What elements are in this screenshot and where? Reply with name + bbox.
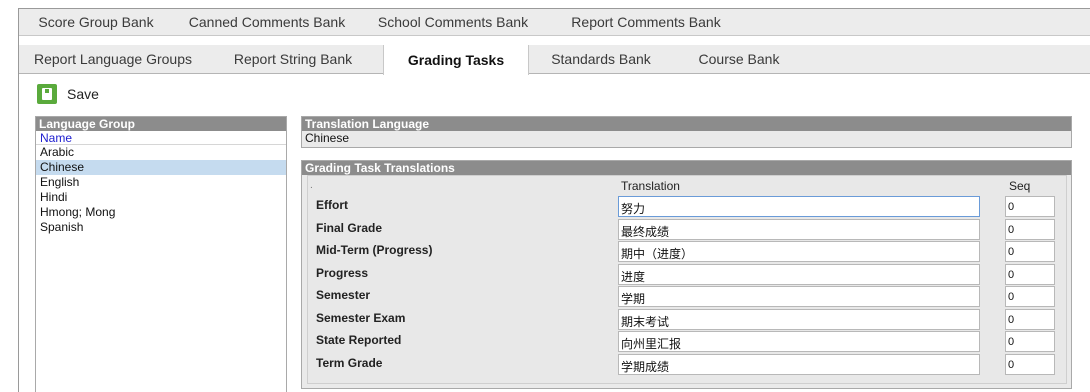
seq-input[interactable]: 0 (1005, 354, 1055, 375)
grading-task-row: Final Grade 最终成绩 0 (308, 219, 1066, 241)
tab-school-comments-bank[interactable]: School Comments Bank (371, 9, 535, 35)
seq-input[interactable]: 0 (1005, 264, 1055, 285)
grading-task-name: Progress (316, 266, 369, 280)
grading-task-row: Semester 学期 0 (308, 286, 1066, 308)
tab-row-1: Score Group Bank Canned Comments Bank Sc… (19, 9, 1090, 36)
grading-task-name: Effort (316, 198, 348, 212)
seq-input[interactable]: 0 (1005, 286, 1055, 307)
tab-report-comments-bank[interactable]: Report Comments Bank (559, 9, 733, 35)
grading-task-row: Progress 进度 0 (308, 264, 1066, 286)
name-column-header[interactable]: Name (36, 131, 286, 145)
tab-score-group-bank[interactable]: Score Group Bank (25, 9, 167, 35)
tab-report-language-groups[interactable]: Report Language Groups (25, 45, 201, 73)
translation-input[interactable]: 期中（进度） (618, 241, 980, 262)
translation-input[interactable]: 进度 (618, 264, 980, 285)
tab-grading-tasks[interactable]: Grading Tasks (383, 45, 529, 75)
translation-input[interactable]: 向州里汇报 (618, 331, 980, 352)
translation-input[interactable]: 最终成绩 (618, 219, 980, 240)
translation-language-panel: Translation Language Chinese (301, 116, 1072, 148)
grading-task-name: Mid-Term (Progress) (316, 243, 433, 257)
language-group-header: Language Group (36, 117, 286, 131)
translation-input[interactable]: 期末考试 (618, 309, 980, 330)
translation-input[interactable]: 努力 (618, 196, 980, 217)
row-marker: . (310, 180, 313, 191)
translation-input[interactable]: 学期 (618, 286, 980, 307)
tab-course-bank[interactable]: Course Bank (687, 45, 791, 73)
tab-canned-comments-bank[interactable]: Canned Comments Bank (183, 9, 351, 35)
language-item-hindi[interactable]: Hindi (36, 190, 286, 205)
grading-task-translations-header: Grading Task Translations (302, 161, 1071, 175)
translation-column-header: Translation (621, 179, 680, 193)
seq-input[interactable]: 0 (1005, 309, 1055, 330)
seq-input[interactable]: 0 (1005, 219, 1055, 240)
tab-standards-bank[interactable]: Standards Bank (544, 45, 658, 73)
seq-column-header: Seq (1009, 179, 1031, 193)
save-label: Save (67, 86, 99, 102)
grading-task-name: Semester Exam (316, 311, 406, 325)
save-button[interactable]: Save (37, 84, 99, 104)
translation-input[interactable]: 学期成绩 (618, 354, 980, 375)
tab-report-string-bank[interactable]: Report String Bank (219, 45, 367, 73)
grading-task-name: State Reported (316, 333, 402, 347)
translations-grid: . Translation Seq Effort 努力 0 Final Grad… (307, 175, 1067, 384)
grading-task-row: Semester Exam 期末考试 0 (308, 309, 1066, 331)
language-group-panel: Language Group Name Arabic Chinese Engli… (35, 116, 287, 392)
seq-input[interactable]: 0 (1005, 241, 1055, 262)
seq-input[interactable]: 0 (1005, 196, 1055, 217)
grading-task-row: State Reported 向州里汇报 0 (308, 331, 1066, 353)
language-item-hmong-mong[interactable]: Hmong; Mong (36, 205, 286, 220)
language-item-arabic[interactable]: Arabic (36, 145, 286, 160)
translation-language-value: Chinese (305, 131, 350, 145)
seq-input[interactable]: 0 (1005, 331, 1055, 352)
grading-task-name: Final Grade (316, 221, 383, 235)
grading-task-row: Mid-Term (Progress) 期中（进度） 0 (308, 241, 1066, 263)
grading-task-row: Effort 努力 0 (308, 196, 1066, 218)
language-item-english[interactable]: English (36, 175, 286, 190)
translation-language-header: Translation Language (302, 117, 1071, 131)
language-item-spanish[interactable]: Spanish (36, 220, 286, 235)
tab-row-2: Report Language Groups Report String Ban… (19, 45, 1090, 75)
grading-task-name: Term Grade (316, 356, 383, 370)
language-item-chinese[interactable]: Chinese (36, 160, 286, 175)
grading-task-translations-panel: Grading Task Translations . Translation … (301, 160, 1072, 389)
grading-task-row: Term Grade 学期成绩 0 (308, 354, 1066, 376)
grading-task-name: Semester (316, 288, 371, 302)
save-disk-icon (37, 84, 57, 104)
app-frame: Score Group Bank Canned Comments Bank Sc… (18, 8, 1090, 392)
